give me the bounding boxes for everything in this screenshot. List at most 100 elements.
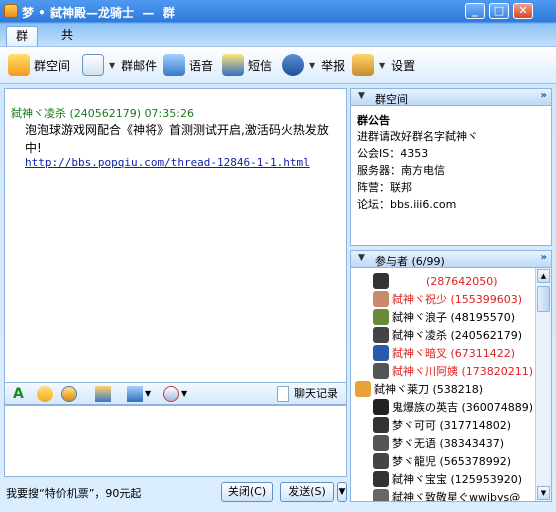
member-name: 弑神ヾ暗叉 (67311422)	[392, 347, 516, 360]
avatar	[355, 381, 371, 397]
window-title: 梦 • 弑神殿—龙骑士 — 群	[22, 6, 175, 20]
members-header[interactable]: ▼ 参与者 (6/99) »	[350, 250, 552, 268]
scroll-down-icon[interactable]: ▼	[537, 486, 550, 500]
avatar	[373, 399, 389, 415]
close-button[interactable]: 关闭(C)	[221, 482, 273, 502]
member-name: 弑神ヾ川阿姨 (173820211)	[392, 365, 534, 378]
member-name: 弑神ヾ宝宝 (125953920)	[392, 473, 523, 486]
member-name: 弑神ヾ祝少 (155399603)	[392, 293, 523, 306]
screen-capture-icon[interactable]	[127, 386, 143, 402]
group-mail-label: 群邮件	[121, 58, 158, 73]
group-mail-button[interactable]: ▼ 群邮件	[82, 52, 157, 78]
voice-button[interactable]: 语音	[163, 52, 213, 78]
member-row[interactable]: (287642050)	[373, 272, 551, 290]
sms-icon	[222, 54, 244, 76]
member-row[interactable]: 弑神ヾ祝少 (155399603)	[373, 290, 551, 308]
message-area[interactable]: 弑神ヾ凌杀 (240562179) 07:35:26 泡泡球游戏网配合《神将》首…	[4, 88, 347, 383]
member-name: (287642050)	[426, 274, 498, 288]
member-row[interactable]: 弑神ヾ致敬星ぐwwjbys@	[373, 488, 551, 501]
member-row[interactable]: 鬼爆族の英吉 (360074889)	[373, 398, 551, 416]
member-list-scrollbar[interactable]: ▲ ▼	[535, 268, 551, 501]
notice-line: 服务器：南方电信	[357, 164, 445, 177]
scroll-thumb[interactable]	[537, 286, 550, 312]
maximize-icon[interactable]: □	[489, 3, 509, 19]
collapse-triangle-icon[interactable]: ▼	[358, 91, 365, 101]
voice-icon	[163, 54, 185, 76]
avatar	[373, 345, 389, 361]
voice-label: 语音	[189, 58, 214, 73]
message-input[interactable]	[4, 405, 347, 477]
input-toolbar: A ▼ ▼ 聊天记录	[4, 383, 347, 405]
expand-more-icon[interactable]: »	[541, 90, 547, 101]
send-button[interactable]: 发送(S)	[280, 482, 334, 502]
collapse-triangle-icon[interactable]: ▼	[358, 253, 365, 263]
settings-label: 设置	[391, 58, 416, 73]
close-icon[interactable]: ✕	[513, 3, 533, 19]
member-row[interactable]: 弑神ヾ宝宝 (125953920)	[373, 470, 551, 488]
member-row[interactable]: 梦ヾ可可 (317714802)	[373, 416, 551, 434]
avatar	[373, 273, 389, 289]
group-space-icon	[8, 54, 30, 76]
members-header-label: 参与者 (6/99)	[375, 255, 445, 268]
app-logo-icon	[4, 4, 18, 18]
chevron-down-icon[interactable]: ▼	[145, 386, 153, 402]
scroll-up-icon[interactable]: ▲	[537, 269, 550, 283]
expand-more-icon[interactable]: »	[541, 252, 547, 263]
emoticon-icon[interactable]	[37, 386, 53, 402]
mail-icon	[82, 54, 104, 76]
message-link[interactable]: http://bbs.popqiu.com/thread-12846-1-1.h…	[25, 156, 310, 169]
qq-group-chat-window: 梦 • 弑神殿—龙骑士 — 群 _ □ ✕ 群聊 共享 群空间 ▼ 群邮件 语音…	[0, 0, 556, 512]
title-bar[interactable]: 梦 • 弑神殿—龙骑士 — 群 _ □ ✕	[0, 0, 556, 22]
group-space-label: 群空间	[34, 58, 71, 73]
settings-icon	[352, 54, 374, 76]
chevron-down-icon[interactable]: ▼	[109, 61, 115, 70]
message-body: 泡泡球游戏网配合《神将》首测测试开启,激活码火热发放中!	[25, 123, 329, 155]
group-space-button[interactable]: 群空间	[8, 52, 70, 78]
minimize-icon[interactable]: _	[465, 3, 485, 19]
sms-button[interactable]: 短信	[222, 52, 272, 78]
member-row[interactable]: 弑神ヾ凌杀 (240562179)	[373, 326, 551, 344]
tab-share[interactable]: 共享	[52, 26, 82, 61]
avatar	[373, 363, 389, 379]
chevron-down-icon[interactable]: ▼	[379, 61, 385, 70]
report-button[interactable]: ▼ 举报	[282, 52, 345, 78]
member-name: 弑神ヾ凌杀 (240562179)	[392, 329, 523, 342]
message-sender: 弑神ヾ凌杀 (240562179) 07:35:26	[11, 107, 194, 120]
member-row[interactable]: 梦ヾ无语 (38343437)	[373, 434, 551, 452]
notice-line: 进群请改好群名字弑神ヾ	[357, 130, 478, 143]
member-row[interactable]: 梦ヾ龍児 (565378992)	[373, 452, 551, 470]
member-name: 弑神ヾ莱刀 (538218)	[374, 383, 484, 396]
shake-icon[interactable]	[163, 386, 179, 402]
member-name: 梦ヾ可可 (317714802)	[392, 419, 512, 432]
notice-line: 公会IS：4353	[357, 147, 429, 160]
member-row[interactable]: 弑神ヾ暗叉 (67311422)	[373, 344, 551, 362]
search-ad-text[interactable]: 我要搜“特价机票”，90元起	[6, 485, 141, 501]
avatar	[373, 417, 389, 433]
report-label: 举报	[321, 58, 346, 73]
member-row[interactable]: 弑神ヾ浪子 (48195570)	[373, 308, 551, 326]
main-toolbar: 群空间 ▼ 群邮件 语音 短信 ▼ 举报 ▼ 设置	[0, 46, 556, 84]
member-row[interactable]: 弑神ヾ莱刀 (538218)	[355, 380, 535, 398]
font-icon[interactable]: A	[13, 386, 27, 402]
send-image-icon[interactable]	[95, 386, 111, 402]
chevron-down-icon[interactable]: ▼	[309, 61, 315, 70]
send-options-chevron-icon[interactable]: ▼	[337, 482, 347, 502]
group-space-header[interactable]: ▼ 群空间 »	[350, 88, 552, 106]
member-row[interactable]: 弑神ヾ川阿姨 (173820211)	[373, 362, 551, 380]
avatar	[373, 327, 389, 343]
group-notice-panel: 群公告 进群请改好群名字弑神ヾ 公会IS：4353 服务器：南方电信 阵营：联邦…	[350, 106, 552, 246]
chevron-down-icon[interactable]: ▼	[181, 386, 189, 402]
member-list[interactable]: (287642050) 弑神ヾ祝少 (155399603) 弑神ヾ浪子 (48195…	[350, 268, 552, 502]
notice-title: 群公告	[357, 114, 390, 127]
avatar	[373, 453, 389, 469]
chat-history-icon[interactable]	[277, 386, 289, 402]
magic-emoticon-icon[interactable]	[61, 386, 77, 402]
member-name: 弑神ヾ浪子 (48195570)	[392, 311, 516, 324]
avatar	[373, 489, 389, 501]
settings-button[interactable]: ▼ 设置	[352, 52, 415, 78]
member-name: 梦ヾ无语 (38343437)	[392, 437, 505, 450]
chat-history-button[interactable]: 聊天记录	[294, 386, 348, 402]
report-icon	[282, 54, 304, 76]
tab-group-chat[interactable]: 群聊	[6, 26, 39, 62]
avatar	[373, 471, 389, 487]
